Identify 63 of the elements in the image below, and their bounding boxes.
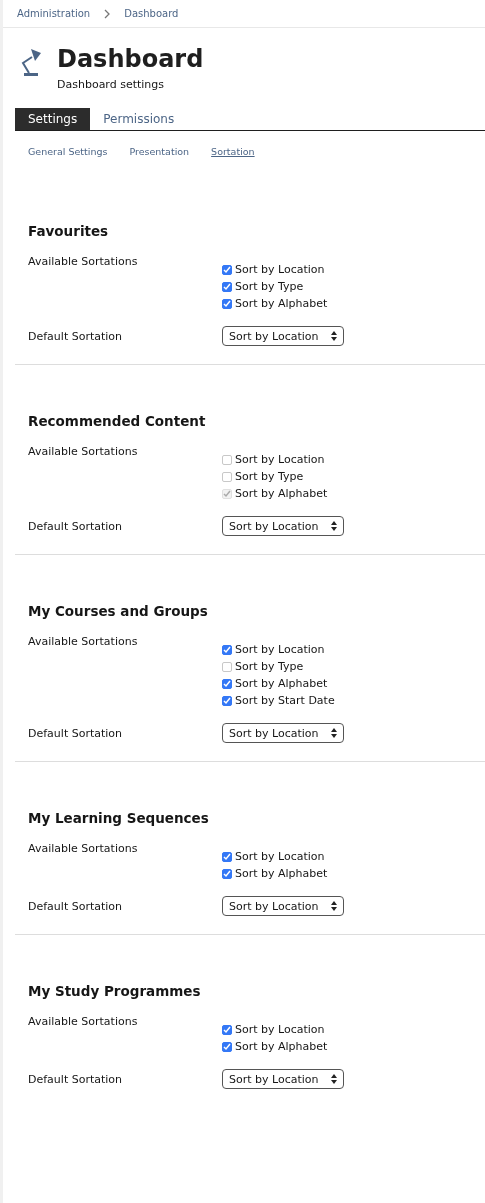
checkbox-label: Sort by Alphabet	[235, 867, 328, 880]
sort-dropdown[interactable]: Sort by Location	[222, 1069, 344, 1089]
sort-dropdown[interactable]: Sort by Location	[222, 896, 344, 916]
up-down-caret-icon	[331, 521, 337, 531]
checkbox-label: Sort by Type	[235, 280, 304, 293]
checkbox-label: Sort by Start Date	[235, 694, 335, 707]
checkbox[interactable]	[222, 454, 232, 465]
checkbox-label: Sort by Alphabet	[235, 677, 328, 690]
section-title: Recommended Content	[28, 412, 207, 431]
checkbox-label: Sort by Alphabet	[235, 297, 328, 310]
sort-dropdown[interactable]: Sort by Location	[222, 723, 344, 743]
checkbox[interactable]	[222, 695, 232, 706]
sort-dropdown[interactable]: Sort by Location	[222, 326, 344, 346]
subtab-link[interactable]: Presentation	[129, 146, 190, 157]
checkbox-label: Sort by Location	[235, 643, 325, 656]
field-label: Available Sortations	[28, 1015, 139, 1030]
checkbox[interactable]	[222, 471, 232, 482]
field-label: Default Sortation	[28, 329, 124, 343]
field-label: Available Sortations	[28, 445, 139, 460]
field-label: Default Sortation	[28, 899, 124, 913]
checkbox[interactable]	[222, 298, 232, 309]
checkbox-label: Sort by Location	[235, 453, 325, 466]
section-title: My Study Programmes	[28, 982, 202, 1001]
chevron-right-icon	[104, 8, 111, 19]
checkbox-label: Sort by Alphabet	[235, 487, 328, 500]
checkbox[interactable]	[222, 868, 232, 879]
checkbox[interactable]	[222, 661, 232, 672]
checkbox[interactable]	[222, 851, 232, 862]
subtab-link[interactable]: General Settings	[28, 146, 108, 157]
section-title: My Courses and Groups	[28, 602, 209, 621]
checkbox-label: Sort by Location	[235, 1023, 325, 1036]
checkbox-label: Sort by Type	[235, 660, 304, 673]
section-title: Favourites	[28, 222, 110, 241]
checkbox[interactable]	[222, 281, 232, 292]
sort-dropdown[interactable]: Sort by Location	[222, 516, 344, 536]
tab[interactable]: Settings	[15, 108, 91, 130]
page-title: Dashboard	[57, 44, 204, 74]
checkbox[interactable]	[222, 678, 232, 689]
field-label: Available Sortations	[28, 635, 139, 650]
up-down-caret-icon	[331, 1074, 337, 1084]
checkbox-label: Sort by Location	[235, 263, 325, 276]
checkbox-label: Sort by Location	[235, 850, 325, 863]
checkbox[interactable]	[222, 1041, 232, 1052]
checkbox[interactable]	[222, 1024, 232, 1035]
field-label: Available Sortations	[28, 255, 139, 270]
field-label: Default Sortation	[28, 519, 124, 533]
checkbox-label: Sort by Alphabet	[235, 1040, 328, 1053]
field-label: Available Sortations	[28, 842, 139, 857]
breadcrumb-link[interactable]: Dashboard	[124, 8, 179, 19]
breadcrumb-link[interactable]: Administration	[17, 8, 91, 19]
up-down-caret-icon	[331, 728, 337, 738]
checkbox[interactable]	[222, 264, 232, 275]
up-down-caret-icon	[331, 331, 337, 341]
subtab-link[interactable]: Sortation	[211, 146, 255, 157]
checkbox[interactable]	[222, 644, 232, 655]
checkbox-label: Sort by Type	[235, 470, 304, 483]
desk-lamp-icon	[19, 47, 43, 77]
field-label: Default Sortation	[28, 1072, 124, 1086]
page-subtitle: Dashboard settings	[57, 78, 166, 91]
up-down-caret-icon	[331, 901, 337, 911]
section-title: My Learning Sequences	[28, 809, 210, 828]
field-label: Default Sortation	[28, 726, 124, 740]
tab[interactable]: Permissions	[90, 108, 188, 130]
